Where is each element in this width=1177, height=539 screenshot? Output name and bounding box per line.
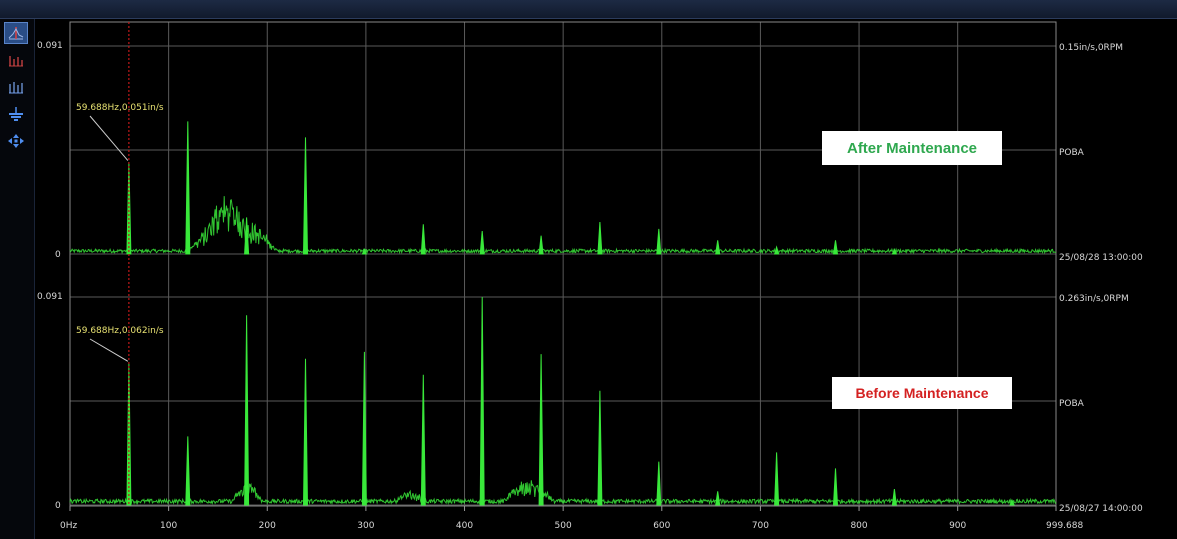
spectrum-peak [302, 358, 309, 506]
top-cursor-readout: 59.688Hz,0.051in/s [76, 103, 164, 113]
spectrum-peak [126, 162, 132, 255]
spectrum-peak [656, 461, 662, 506]
top-point-name: POBA [1059, 148, 1085, 158]
spectrum-peak [302, 137, 309, 255]
grid-lines [70, 21, 1056, 506]
x-tick-label: 100 [160, 521, 177, 531]
x-tick-label: 400 [456, 521, 473, 531]
x-axis-ticks: 0Hz 100 200 300 400 500 600 700 800 900 999.688 [60, 506, 1083, 531]
spectrum-peak [479, 231, 485, 255]
spectrum-peak [597, 221, 603, 255]
spectrum-peak [773, 245, 780, 255]
x-tick-label: 500 [555, 521, 572, 531]
spectrum-peak [420, 374, 426, 506]
spectrum-peak [774, 452, 780, 506]
after-maintenance-label: After Maintenance [822, 131, 1002, 165]
top-timestamp: 25/08/28 13:00:00 [1059, 253, 1143, 263]
spectrum-peak [715, 491, 721, 506]
spectrum-peak [538, 354, 544, 506]
top-right-scale: 0.15in/s,0RPM [1059, 43, 1123, 53]
x-tick-label: 800 [850, 521, 867, 531]
spectrum-peak [891, 488, 897, 506]
bottom-point-name: POBA [1059, 399, 1085, 409]
x-tick-label: 999.688 [1046, 521, 1083, 531]
bottom-cursor-readout: 59.688Hz,0.062in/s [76, 326, 164, 336]
spectrum-peak [244, 217, 250, 255]
bottom-timestamp: 25/08/27 14:00:00 [1059, 504, 1143, 514]
spectrum-peak [832, 240, 839, 255]
spectrum-peak [244, 315, 250, 506]
bottom-y-min-label: 0 [55, 501, 61, 511]
x-tick-label: 300 [357, 521, 374, 531]
cursor-leader-line [89, 115, 129, 161]
spectrum-plot[interactable]: 0.091 0 0.091 0 0.15in/s,0RPM POBA 25/08… [0, 0, 1177, 539]
top-y-max-label: 0.091 [37, 41, 63, 51]
x-tick-label: 200 [259, 521, 276, 531]
spectrum-peak [479, 296, 485, 506]
before-maintenance-label: Before Maintenance [832, 377, 1012, 409]
spectrum-viewer: 0.091 0 0.091 0 0.15in/s,0RPM POBA 25/08… [0, 0, 1177, 539]
bottom-y-max-label: 0.091 [37, 292, 63, 302]
x-tick-label: 0Hz [60, 521, 77, 531]
spectrum-peak [656, 228, 662, 255]
cursor-lines[interactable] [89, 22, 130, 506]
spectrum-peak [715, 240, 721, 255]
x-tick-label: 700 [752, 521, 769, 531]
spectrum-peak [185, 121, 191, 255]
bottom-right-scale: 0.263in/s,0RPM [1059, 294, 1129, 304]
cursor-leader-line [89, 338, 129, 362]
top-y-min-label: 0 [55, 250, 61, 260]
x-tick-label: 600 [653, 521, 670, 531]
spectrum-peak [597, 390, 603, 506]
x-tick-label: 900 [949, 521, 966, 531]
spectrum-peak [420, 224, 426, 255]
spectrum-peak [538, 235, 544, 255]
spectrum-peak [832, 468, 839, 506]
spectrum-peak [185, 436, 191, 506]
